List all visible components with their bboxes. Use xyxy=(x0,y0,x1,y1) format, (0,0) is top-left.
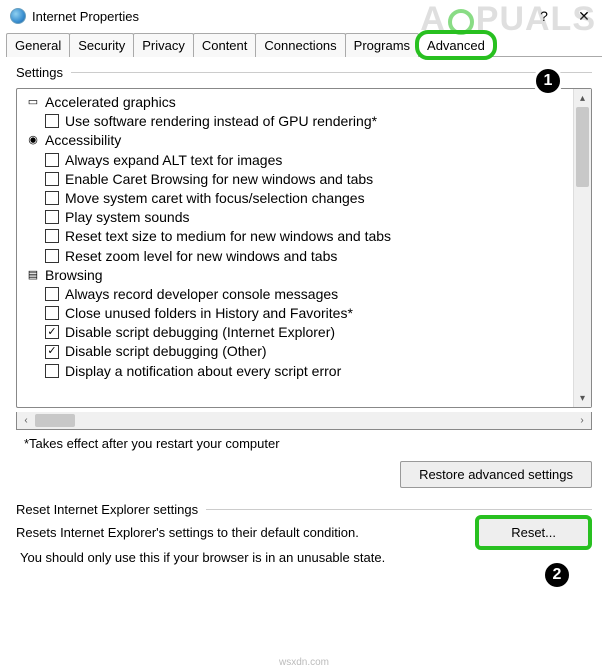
tree-item[interactable]: Always expand ALT text for images xyxy=(19,151,571,170)
settings-label: Settings xyxy=(16,65,63,80)
item-label: Move system caret with focus/selection c… xyxy=(65,189,365,207)
hscroll-thumb[interactable] xyxy=(35,414,75,427)
scroll-thumb[interactable] xyxy=(576,107,589,187)
tree-category: ▭ Accelerated graphics xyxy=(19,93,571,112)
tree-item[interactable]: Play system sounds xyxy=(19,208,571,227)
checkbox[interactable] xyxy=(45,306,59,320)
item-label: Play system sounds xyxy=(65,208,190,226)
item-label: Use software rendering instead of GPU re… xyxy=(65,112,377,130)
vertical-scrollbar[interactable]: ▴ ▾ xyxy=(573,89,591,407)
tree-item[interactable]: Enable Caret Browsing for new windows an… xyxy=(19,170,571,189)
restart-footnote: *Takes effect after you restart your com… xyxy=(24,436,592,451)
category-label: Accessibility xyxy=(45,131,121,149)
scroll-track[interactable] xyxy=(574,107,591,389)
scroll-up-arrow-icon[interactable]: ▴ xyxy=(574,89,591,107)
checkbox[interactable] xyxy=(45,364,59,378)
checkbox[interactable] xyxy=(45,287,59,301)
tab-content[interactable]: Content xyxy=(193,33,257,57)
checkbox[interactable] xyxy=(45,191,59,205)
reset-description: Resets Internet Explorer's settings to t… xyxy=(16,525,455,540)
item-label: Enable Caret Browsing for new windows an… xyxy=(65,170,373,188)
tree-item[interactable]: Reset text size to medium for new window… xyxy=(19,227,571,246)
monitor-icon: ▭ xyxy=(25,95,41,109)
internet-icon xyxy=(10,8,26,24)
divider xyxy=(71,72,592,73)
tab-connections[interactable]: Connections xyxy=(255,33,345,57)
item-label: Always expand ALT text for images xyxy=(65,151,282,169)
hscroll-track[interactable] xyxy=(35,412,573,429)
tree-item[interactable]: Move system caret with focus/selection c… xyxy=(19,189,571,208)
tree-category: ▤ Browsing xyxy=(19,266,571,285)
checkbox[interactable] xyxy=(45,249,59,263)
settings-group: Settings ▭ Accelerated graphicsUse softwa… xyxy=(16,65,592,488)
item-label: Reset zoom level for new windows and tab… xyxy=(65,247,337,265)
window-title: Internet Properties xyxy=(32,9,524,24)
item-label: Close unused folders in History and Favo… xyxy=(65,304,353,322)
footer-source: wsxdn.com xyxy=(0,657,608,668)
tree-item[interactable]: Always record developer console messages xyxy=(19,285,571,304)
tab-security[interactable]: Security xyxy=(69,33,134,57)
tree-body[interactable]: ▭ Accelerated graphicsUse software render… xyxy=(17,89,573,407)
item-label: Reset text size to medium for new window… xyxy=(65,227,391,245)
item-label: Disable script debugging (Internet Explo… xyxy=(65,323,335,341)
reset-button[interactable]: Reset... xyxy=(475,515,592,550)
reset-warning: You should only use this if your browser… xyxy=(20,550,588,565)
tab-strip: General Security Privacy Content Connect… xyxy=(6,32,602,57)
checkbox[interactable]: ✓ xyxy=(45,345,59,359)
category-label: Browsing xyxy=(45,266,103,284)
scroll-down-arrow-icon[interactable]: ▾ xyxy=(574,389,591,407)
help-button[interactable]: ? xyxy=(524,2,564,30)
scroll-right-arrow-icon[interactable]: › xyxy=(573,412,591,429)
checkbox[interactable] xyxy=(45,229,59,243)
checkbox[interactable] xyxy=(45,172,59,186)
checkbox[interactable] xyxy=(45,210,59,224)
annotation-1-icon: 1 xyxy=(533,66,563,96)
tree-item[interactable]: Reset zoom level for new windows and tab… xyxy=(19,247,571,266)
tree-item[interactable]: Display a notification about every scrip… xyxy=(19,362,571,381)
scroll-left-arrow-icon[interactable]: ‹ xyxy=(17,412,35,429)
horizontal-scrollbar[interactable]: ‹ › xyxy=(16,412,592,430)
tree-item[interactable]: Close unused folders in History and Favo… xyxy=(19,304,571,323)
tree-item[interactable]: ✓ Disable script debugging (Other) xyxy=(19,342,571,361)
tab-privacy[interactable]: Privacy xyxy=(133,33,194,57)
page-icon: ▤ xyxy=(25,268,41,282)
checkbox[interactable] xyxy=(45,153,59,167)
tree-category: ◉ Accessibility xyxy=(19,131,571,150)
annotation-2-icon: 2 xyxy=(542,560,572,590)
restore-advanced-button[interactable]: Restore advanced settings xyxy=(400,461,592,488)
item-label: Always record developer console messages xyxy=(65,285,338,303)
tab-advanced[interactable]: Advanced xyxy=(418,33,494,57)
settings-tree: ▭ Accelerated graphicsUse software render… xyxy=(16,88,592,408)
titlebar: Internet Properties ? ✕ xyxy=(0,0,608,32)
divider xyxy=(206,509,592,510)
globe-icon: ◉ xyxy=(25,133,41,147)
item-label: Disable script debugging (Other) xyxy=(65,342,267,360)
tab-programs[interactable]: Programs xyxy=(345,33,419,57)
reset-group-label: Reset Internet Explorer settings xyxy=(16,502,198,517)
item-label: Display a notification about every scrip… xyxy=(65,362,341,380)
tree-item[interactable]: ✓ Disable script debugging (Internet Expl… xyxy=(19,323,571,342)
tree-item[interactable]: Use software rendering instead of GPU re… xyxy=(19,112,571,131)
checkbox[interactable] xyxy=(45,114,59,128)
checkbox[interactable]: ✓ xyxy=(45,325,59,339)
reset-group: Reset Internet Explorer settings Resets … xyxy=(16,502,592,565)
category-label: Accelerated graphics xyxy=(45,93,176,111)
close-button[interactable]: ✕ xyxy=(564,2,604,30)
tab-general[interactable]: General xyxy=(6,33,70,57)
